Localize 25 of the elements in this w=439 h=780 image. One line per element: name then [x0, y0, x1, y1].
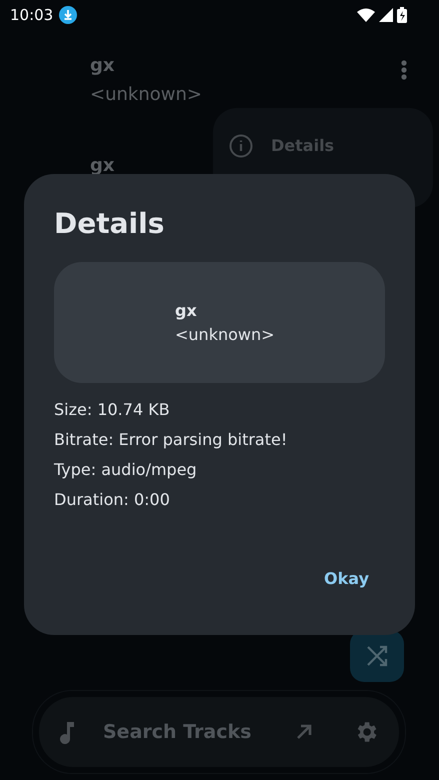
shuffle-icon [366, 645, 388, 667]
info-line: Type: audio/mpeg [54, 459, 198, 481]
menu-item[interactable]: Details [271, 134, 334, 158]
arrow-icon[interactable] [295, 723, 313, 741]
shuffle-button[interactable] [350, 630, 404, 682]
info-line: Size: 10.74 KB [54, 399, 171, 421]
status-time: 10:03 [10, 4, 54, 26]
search-placeholder: Search Tracks [103, 720, 252, 745]
music-note-icon [59, 720, 77, 744]
battery-icon [397, 7, 407, 23]
more-icon[interactable] [401, 60, 407, 80]
info-line: Duration: 0:00 [54, 489, 171, 511]
info-icon [229, 134, 253, 158]
track-title: gx [90, 154, 114, 178]
track-artist: <unknown> [175, 324, 276, 346]
search-bar[interactable]: Search Tracks [39, 697, 399, 767]
track-title: gx [175, 300, 198, 322]
track-title: gx [90, 54, 114, 78]
dialog-title: Details [54, 206, 166, 242]
wifi-icon [357, 8, 375, 22]
okay-button[interactable]: Okay [322, 563, 371, 595]
download-icon [59, 6, 78, 24]
signal-icon [379, 8, 393, 22]
track-artist: <unknown> [90, 83, 202, 107]
info-line: Bitrate: Error parsing bitrate! [54, 429, 288, 451]
